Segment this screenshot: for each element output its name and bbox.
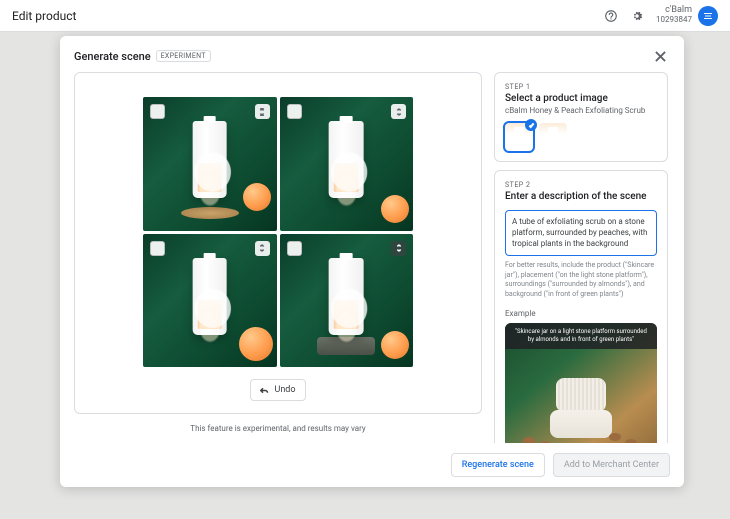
product-image-thumb-1[interactable] — [505, 123, 533, 151]
step-1-title: Select a product image — [505, 93, 657, 104]
step-2-title: Enter a description of the scene — [505, 191, 657, 202]
close-button[interactable] — [650, 46, 670, 66]
select-checkbox[interactable] — [287, 104, 302, 119]
account-block[interactable]: c'Balm 10293847 — [656, 6, 692, 25]
select-checkbox[interactable] — [150, 104, 165, 119]
example-label: Example — [505, 309, 657, 318]
regenerate-button[interactable]: Regenerate scene — [451, 453, 545, 477]
expand-icon[interactable] — [391, 241, 406, 256]
product-name: cBalm Honey & Peach Exfoliating Scrub — [505, 106, 657, 115]
avatar[interactable] — [698, 6, 718, 26]
generated-image-4[interactable] — [280, 234, 414, 368]
help-icon[interactable] — [600, 5, 622, 27]
prompt-hint: For better results, include the product … — [505, 261, 657, 299]
undo-label: Undo — [274, 385, 295, 395]
expand-icon[interactable] — [391, 104, 406, 119]
select-checkbox[interactable] — [150, 241, 165, 256]
example-caption: "Skincare jar on a light stone platform … — [505, 323, 657, 349]
gear-icon[interactable] — [626, 5, 648, 27]
generate-scene-modal: Generate scene EXPERIMENT — [60, 36, 684, 487]
modal-title: Generate scene — [74, 50, 151, 63]
generated-image-1[interactable] — [143, 97, 277, 231]
scene-description-input[interactable]: A tube of exfoliating scrub on a stone p… — [505, 210, 657, 256]
modal-header: Generate scene EXPERIMENT — [60, 36, 684, 72]
expand-icon[interactable] — [255, 241, 270, 256]
modal-footer: Regenerate scene Add to Merchant Center — [60, 443, 684, 487]
step-1-label: STEP 1 — [505, 83, 657, 91]
expand-icon[interactable] — [255, 104, 270, 119]
account-id: 10293847 — [656, 16, 692, 25]
undo-button[interactable]: Undo — [250, 379, 305, 401]
results-panel: Undo This feature is experimental, and r… — [74, 72, 482, 443]
generated-gallery: Undo — [74, 72, 482, 414]
product-image-thumb-2[interactable] — [539, 123, 567, 151]
add-to-merchant-button[interactable]: Add to Merchant Center — [553, 453, 670, 477]
disclaimer-text: This feature is experimental, and result… — [74, 424, 482, 433]
experiment-badge: EXPERIMENT — [156, 50, 211, 62]
select-checkbox[interactable] — [287, 241, 302, 256]
checkmark-icon — [525, 119, 537, 131]
example-image: "Skincare jar on a light stone platform … — [505, 323, 657, 443]
step-2-card: STEP 2 Enter a description of the scene … — [494, 170, 668, 443]
step-1-card: STEP 1 Select a product image cBalm Hone… — [494, 72, 668, 162]
step-2-label: STEP 2 — [505, 181, 657, 189]
topbar: Edit product c'Balm 10293847 — [0, 0, 730, 32]
generated-image-2[interactable] — [280, 97, 414, 231]
page-title: Edit product — [12, 9, 596, 23]
generated-image-3[interactable] — [143, 234, 277, 368]
